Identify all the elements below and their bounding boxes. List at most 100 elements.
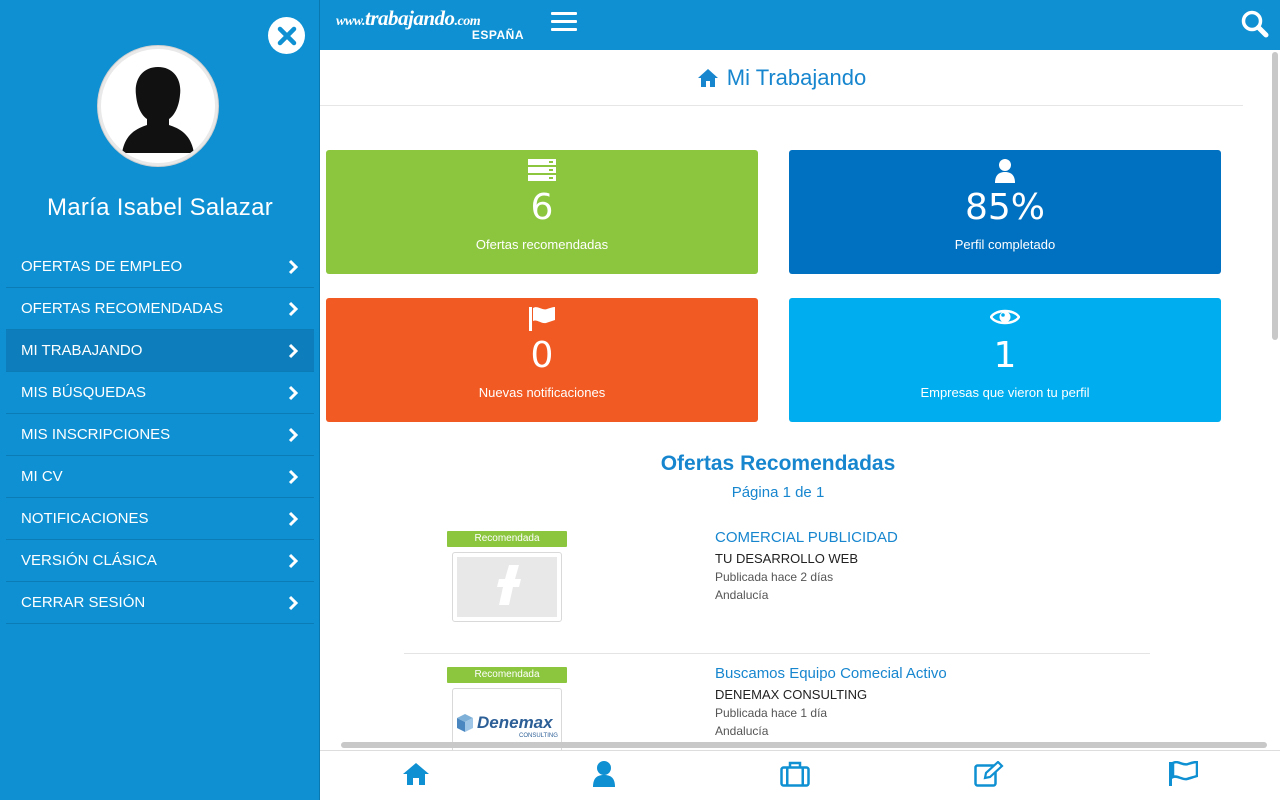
- recommended-offers-count: 6: [530, 187, 554, 228]
- sidebar-item-label: CERRAR SESIÓN: [21, 594, 146, 611]
- briefcase-icon: [780, 761, 810, 787]
- sidebar-item-version-clasica[interactable]: VERSIÓN CLÁSICA: [6, 540, 314, 582]
- chevron-right-icon: [288, 553, 299, 568]
- profile-views-label: Empresas que vieron tu perfil: [920, 385, 1090, 400]
- sidebar-item-label: MI CV: [21, 468, 63, 485]
- job-location: Andalucía: [715, 588, 769, 602]
- job-location: Andalucía: [715, 724, 769, 738]
- notifications-label: Nuevas notificaciones: [478, 385, 606, 400]
- sidebar-item-notificaciones[interactable]: NOTIFICACIONES: [6, 498, 314, 540]
- sidebar-item-mis-busquedas[interactable]: MIS BÚSQUEDAS: [6, 372, 314, 414]
- sidebar-item-mi-trabajando[interactable]: MI TRABAJANDO: [6, 330, 314, 372]
- chevron-right-icon: [288, 595, 299, 610]
- company-logo[interactable]: Denemax CONSULTING: [452, 688, 562, 750]
- card-icon-wrap: [789, 158, 1221, 184]
- logo-domain: .com: [454, 14, 481, 29]
- profile-completion-value: 85%: [964, 187, 1045, 228]
- logo-www: www.: [336, 14, 366, 29]
- eye-icon: [990, 309, 1020, 325]
- hamburger-bar: [551, 12, 577, 15]
- chevron-right-icon: [288, 385, 299, 400]
- recommended-badge: Recomendada: [447, 667, 567, 683]
- svg-text:Denemax: Denemax: [477, 713, 554, 732]
- card-icon-wrap: [789, 306, 1221, 332]
- close-sidebar-button[interactable]: [268, 17, 305, 54]
- page-header: Mi Trabajando: [320, 50, 1243, 106]
- job-company: TU DESARROLLO WEB: [715, 551, 859, 566]
- chevron-right-icon: [288, 301, 299, 316]
- bottom-nav-jobs[interactable]: [777, 757, 813, 791]
- company-logo[interactable]: [452, 552, 562, 622]
- chevron-right-icon: [288, 511, 299, 526]
- pagination-text: Página 1 de 1: [731, 484, 825, 501]
- sidebar-item-label: MIS BÚSQUEDAS: [21, 384, 147, 401]
- search-button[interactable]: [1240, 9, 1270, 39]
- sidebar-item-label: MIS INSCRIPCIONES: [21, 426, 171, 443]
- user-icon: [593, 761, 615, 787]
- job-company: DENEMAX CONSULTING: [715, 687, 868, 702]
- logo-brand: trabajando: [365, 6, 455, 30]
- job-listing[interactable]: Recomendada Denemax CONSULTING Buscamos …: [404, 664, 1150, 750]
- menu-toggle-button[interactable]: [551, 12, 577, 34]
- user-silhouette-icon: [109, 54, 207, 153]
- bottom-nav-notifications[interactable]: [1165, 757, 1201, 791]
- flag-icon: [529, 307, 555, 331]
- svg-text:CONSULTING: CONSULTING: [519, 733, 558, 739]
- sidebar-item-cerrar-sesion[interactable]: CERRAR SESIÓN: [6, 582, 314, 624]
- page-title: Mi Trabajando: [726, 64, 867, 90]
- top-bar: www.trabajando.com ESPAÑA: [320, 0, 1280, 50]
- recommended-offers-label: Ofertas recomendadas: [475, 237, 609, 252]
- sidebar-item-label: OFERTAS RECOMENDADAS: [21, 300, 223, 317]
- job-listing[interactable]: Recomendada COMERCIAL PUBLICIDAD TU DESA…: [404, 528, 1150, 654]
- job-posted-date: Publicada hace 1 día: [715, 706, 828, 720]
- recommended-section-title: Ofertas Recomendadas: [660, 452, 896, 475]
- sidebar-item-mis-inscripciones[interactable]: MIS INSCRIPCIONES: [6, 414, 314, 456]
- sidebar-item-ofertas-de-empleo[interactable]: OFERTAS DE EMPLEO: [6, 246, 314, 288]
- denemax-logo: Denemax CONSULTING: [457, 713, 558, 739]
- sidebar-menu: OFERTAS DE EMPLEO OFERTAS RECOMENDADAS M…: [6, 246, 314, 624]
- recommended-badge: Recomendada: [447, 531, 567, 547]
- profile-views-count: 1: [993, 335, 1017, 376]
- site-logo[interactable]: www.trabajando.com ESPAÑA: [336, 6, 528, 44]
- search-icon: [1241, 10, 1269, 38]
- close-icon: [277, 26, 296, 45]
- notifications-card[interactable]: 0 Nuevas notificaciones: [326, 298, 758, 422]
- bottom-nav: [320, 750, 1280, 800]
- bottom-nav-cv[interactable]: [971, 757, 1007, 791]
- horizontal-scrollbar[interactable]: [341, 742, 1267, 748]
- logo-text: www.trabajando.com: [336, 6, 481, 31]
- hamburger-bar: [551, 28, 577, 31]
- card-icon-wrap: [326, 158, 758, 184]
- profile-views-card[interactable]: 1 Empresas que vieron tu perfil: [789, 298, 1221, 422]
- main-content: Mi Trabajando 6 Ofertas recomendadas 85%…: [320, 50, 1271, 750]
- user-icon: [995, 159, 1015, 183]
- bottom-nav-profile[interactable]: [586, 757, 622, 791]
- job-title-link[interactable]: COMERCIAL PUBLICIDAD: [715, 529, 898, 546]
- sidebar: María Isabel Salazar OFERTAS DE EMPLEO O…: [0, 0, 320, 800]
- chevron-right-icon: [288, 343, 299, 358]
- bottom-nav-home[interactable]: [398, 757, 434, 791]
- home-icon: [403, 763, 429, 785]
- recommended-offers-card[interactable]: 6 Ofertas recomendadas: [326, 150, 758, 274]
- chevron-right-icon: [288, 427, 299, 442]
- profile-completion-card[interactable]: 85% Perfil completado: [789, 150, 1221, 274]
- chevron-right-icon: [288, 259, 299, 274]
- profile-completion-label: Perfil completado: [954, 237, 1056, 252]
- placeholder-logo-icon: [457, 557, 557, 617]
- flag-icon: [1169, 761, 1198, 786]
- avatar[interactable]: [98, 46, 218, 166]
- edit-icon: [974, 761, 1004, 787]
- sidebar-item-ofertas-recomendadas[interactable]: OFERTAS RECOMENDADAS: [6, 288, 314, 330]
- server-icon: [528, 159, 556, 181]
- card-icon-wrap: [326, 306, 758, 332]
- job-title-link[interactable]: Buscamos Equipo Comecial Activo: [715, 665, 947, 682]
- sidebar-item-mi-cv[interactable]: MI CV: [6, 456, 314, 498]
- sidebar-item-label: VERSIÓN CLÁSICA: [21, 552, 157, 569]
- vertical-scrollbar[interactable]: [1272, 52, 1278, 340]
- notifications-count: 0: [530, 335, 554, 376]
- hamburger-bar: [551, 20, 577, 23]
- sidebar-item-label: MI TRABAJANDO: [21, 342, 143, 359]
- user-name: María Isabel Salazar: [46, 194, 274, 221]
- job-posted-date: Publicada hace 2 días: [715, 570, 834, 584]
- sidebar-item-label: OFERTAS DE EMPLEO: [21, 258, 183, 275]
